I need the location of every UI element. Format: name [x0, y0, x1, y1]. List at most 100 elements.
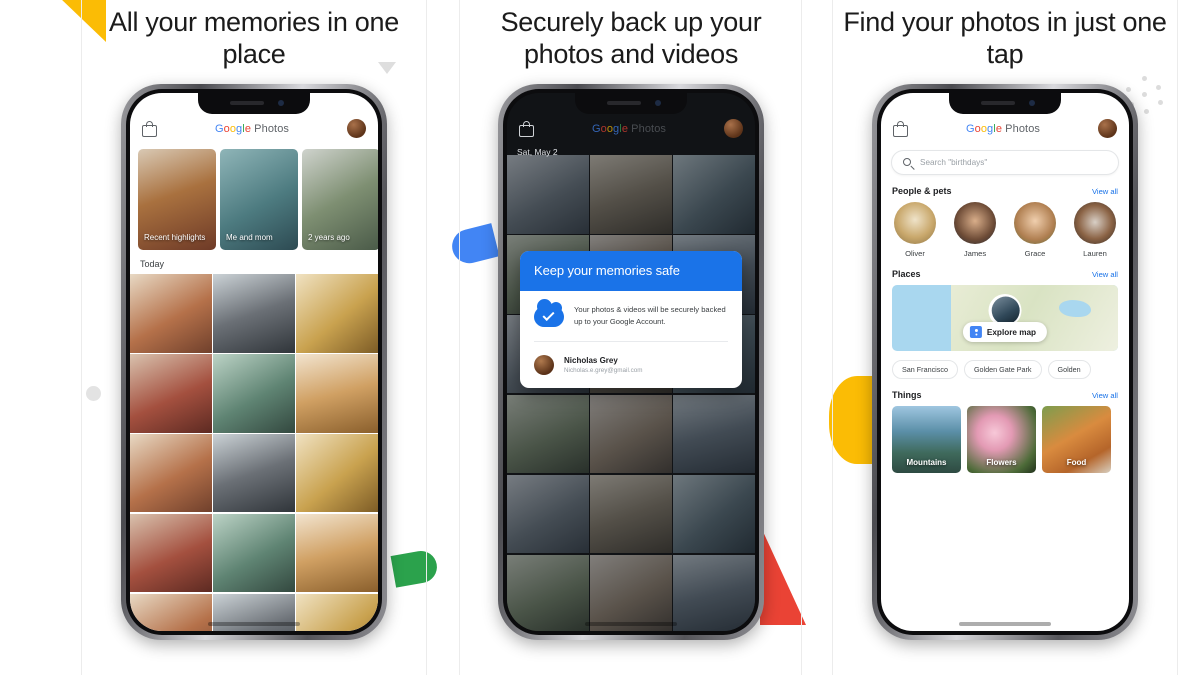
phone-mockup-1: Google Photos Recent highlights Me and m… — [121, 84, 387, 641]
panel-2-headline: Securely back up your photos and videos — [500, 7, 762, 70]
thing-card[interactable]: Food — [1042, 406, 1111, 474]
photo-thumbnail[interactable] — [296, 513, 378, 593]
account-avatar[interactable] — [1098, 119, 1117, 139]
thing-card[interactable]: Mountains — [892, 406, 961, 474]
place-chip[interactable]: Golden — [1047, 360, 1091, 380]
google-photos-wordmark: Google Photos — [591, 122, 667, 135]
place-chip[interactable]: San Francisco — [892, 360, 958, 380]
thing-label: Flowers — [986, 458, 1017, 468]
memories-carousel[interactable]: Recent highlights Me and mom 2 years ago — [130, 144, 378, 251]
panel-divider — [459, 0, 460, 675]
search-icon — [903, 157, 914, 171]
phone-bezel: Google Photos Recent highlights Me and m… — [126, 89, 382, 636]
account-avatar[interactable] — [347, 119, 366, 139]
place-chip[interactable]: Golden Gate Park — [963, 360, 1042, 380]
brand-suffix: Photos — [628, 122, 667, 135]
person-name: Oliver — [905, 249, 925, 259]
shopping-bag-icon[interactable] — [142, 120, 157, 137]
dialog-title: Keep your memories safe — [520, 251, 742, 292]
memory-card-label: 2 years ago — [308, 233, 350, 243]
place-chips-row[interactable]: San Francisco Golden Gate Park Golden — [881, 351, 1129, 380]
panel-divider — [1177, 0, 1178, 675]
places-map-card[interactable]: Explore map — [892, 285, 1118, 352]
shopping-bag-icon[interactable] — [893, 120, 908, 137]
photo-thumbnail[interactable] — [213, 513, 295, 593]
memory-card[interactable]: Me and mom — [220, 149, 298, 251]
avatar — [1074, 202, 1116, 245]
photo-thumbnail[interactable] — [213, 354, 295, 433]
phone-notch — [575, 93, 687, 115]
memory-card-label: Me and mom — [226, 233, 273, 243]
dialog-account-row[interactable]: Nicholas Grey Nicholas.e.grey@gmail.com — [520, 342, 742, 388]
phone-screen-1: Google Photos Recent highlights Me and m… — [130, 93, 378, 632]
panel-divider — [426, 0, 427, 675]
photo-thumbnail[interactable] — [213, 434, 295, 513]
person-item[interactable]: Oliver — [892, 202, 938, 258]
phone-bezel: Google Photos Sat, May 2 Keep your memor… — [503, 89, 759, 636]
home-indicator — [208, 622, 300, 627]
person-item[interactable]: James — [952, 202, 998, 258]
screenshot-panel-3: Find your photos in just one tap Google … — [833, 0, 1177, 675]
photo-grid[interactable] — [130, 274, 378, 632]
maps-icon — [969, 326, 982, 339]
view-all-link[interactable]: View all — [1092, 391, 1118, 400]
panel-divider — [81, 0, 82, 675]
thing-card[interactable]: Flowers — [967, 406, 1036, 474]
person-item[interactable]: Lauren — [1072, 202, 1118, 258]
photo-thumbnail[interactable] — [130, 513, 212, 593]
memory-card[interactable]: Recent highlights — [138, 149, 216, 251]
speaker-grille — [607, 101, 641, 106]
front-camera-icon — [655, 100, 661, 107]
photo-thumbnail[interactable] — [296, 593, 378, 632]
person-name: Grace — [1024, 249, 1046, 259]
memory-card-label: Recent highlights — [144, 233, 206, 243]
google-photos-wordmark: Google Photos — [214, 122, 290, 135]
thing-label: Food — [1066, 458, 1087, 468]
photo-thumbnail[interactable] — [296, 354, 378, 433]
photo-thumbnail[interactable] — [296, 274, 378, 353]
person-name: James — [963, 249, 987, 259]
photo-thumbnail[interactable] — [130, 274, 212, 353]
phone-bezel: Google Photos Search "birthdays" People … — [877, 89, 1133, 636]
panel-divider — [801, 0, 802, 675]
account-email: Nicholas.e.grey@gmail.com — [564, 366, 643, 374]
search-placeholder: Search "birthdays" — [920, 158, 988, 168]
person-item[interactable]: Grace — [1012, 202, 1058, 258]
account-avatar[interactable] — [724, 119, 743, 139]
view-all-link[interactable]: View all — [1092, 187, 1118, 196]
screenshot-panel-1: All your memories in one place Google Ph… — [82, 0, 426, 675]
chevron-down-icon — [378, 62, 396, 74]
explore-map-button[interactable]: Explore map — [962, 322, 1048, 343]
photo-thumbnail[interactable] — [296, 434, 378, 513]
section-header-people: People & pets View all — [881, 175, 1129, 202]
phone-screen-2: Google Photos Sat, May 2 Keep your memor… — [507, 93, 755, 632]
avatar — [954, 202, 996, 245]
section-title: Places — [892, 269, 921, 280]
people-row[interactable]: Oliver James Grace Lauren — [881, 202, 1129, 258]
photo-thumbnail[interactable] — [213, 274, 295, 353]
backup-dialog: Keep your memories safe Your photos & vi… — [520, 251, 742, 388]
screenshot-panel-2: Securely back up your photos and videos — [460, 0, 802, 675]
search-input[interactable]: Search "birthdays" — [891, 150, 1119, 176]
view-all-link[interactable]: View all — [1092, 270, 1118, 279]
section-label-today: Today — [140, 259, 165, 270]
things-row[interactable]: Mountains Flowers Food — [881, 406, 1129, 474]
home-indicator — [585, 622, 677, 627]
google-photos-wordmark: Google Photos — [965, 122, 1041, 135]
photo-thumbnail[interactable] — [130, 354, 212, 433]
account-avatar — [534, 354, 554, 375]
avatar — [894, 202, 936, 245]
cloud-check-icon — [534, 298, 564, 327]
photo-thumbnail[interactable] — [130, 593, 212, 632]
shopping-bag-icon[interactable] — [519, 120, 534, 137]
front-camera-icon — [1029, 100, 1035, 107]
avatar — [1014, 202, 1056, 245]
section-header-things: Things View all — [881, 379, 1129, 406]
speaker-grille — [981, 101, 1015, 106]
section-title: People & pets — [892, 186, 952, 197]
home-indicator — [959, 622, 1051, 627]
person-name: Lauren — [1083, 249, 1107, 259]
photo-thumbnail[interactable] — [130, 434, 212, 513]
memory-card[interactable]: 2 years ago — [302, 149, 378, 251]
phone-notch — [949, 93, 1061, 115]
